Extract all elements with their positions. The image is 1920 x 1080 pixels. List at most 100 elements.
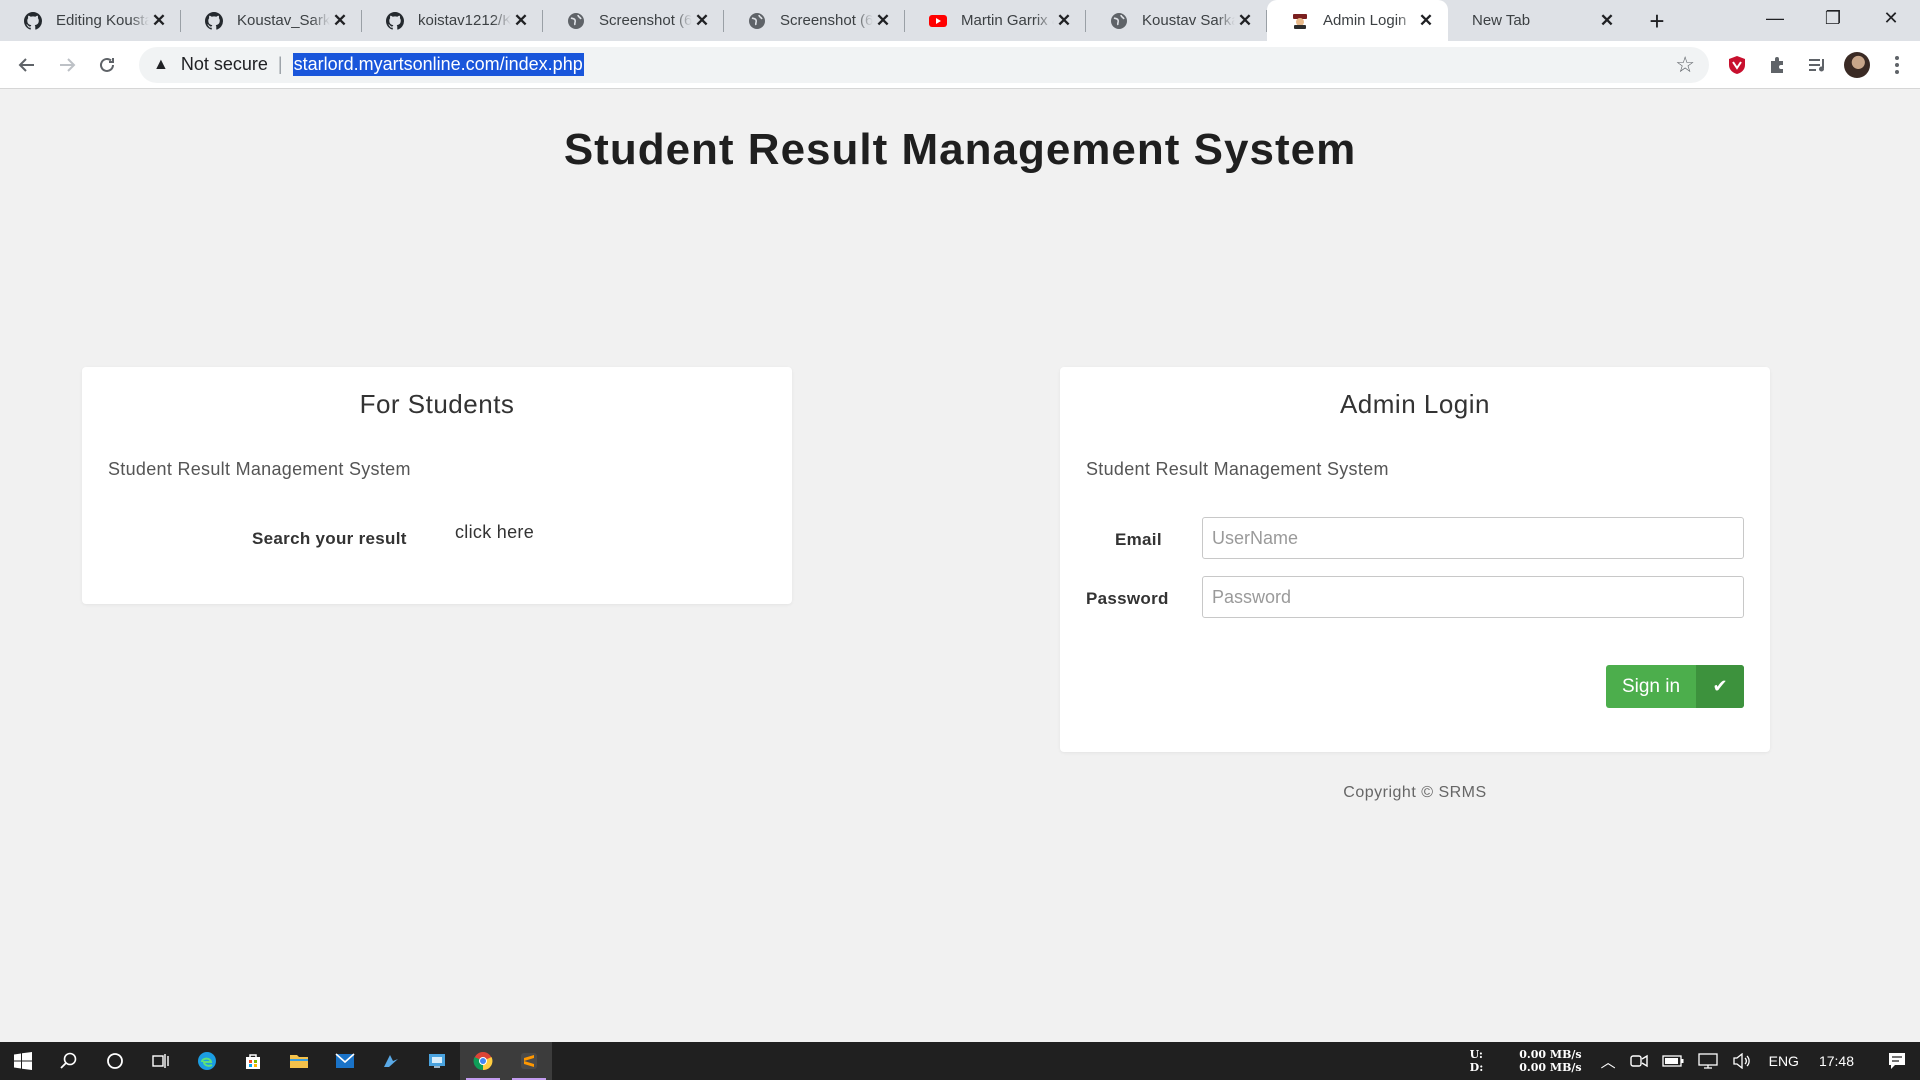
checkmark-icon: ✔ xyxy=(1696,665,1744,708)
chrome-taskbar-icon[interactable] xyxy=(460,1042,506,1080)
sublime-text-icon[interactable] xyxy=(506,1042,552,1080)
battery-icon[interactable] xyxy=(1655,1055,1691,1067)
tab-strip: Editing Koustav Sarkar ✕ Koustav_Sarkar … xyxy=(0,0,1920,41)
sign-in-button[interactable]: Sign in ✔ xyxy=(1606,665,1744,708)
tab-title: Admin Login xyxy=(1323,12,1407,29)
youtube-icon xyxy=(929,12,947,30)
close-tab-icon[interactable]: ✕ xyxy=(692,11,712,31)
extension-shield-icon[interactable] xyxy=(1717,45,1757,85)
task-view-icon[interactable] xyxy=(138,1042,184,1080)
tab-title: Screenshot (63) xyxy=(780,12,873,29)
meet-now-icon[interactable] xyxy=(1623,1053,1655,1069)
media-playlist-icon[interactable] xyxy=(1797,45,1837,85)
forward-arrow-icon[interactable] xyxy=(47,45,87,85)
tab-editing-koustav[interactable]: Editing Koustav Sarkar ✕ xyxy=(0,0,181,41)
window-controls: — ❐ ✕ xyxy=(1746,0,1920,36)
browser-toolbar: ▲ Not secure | starlord.myartsonline.com… xyxy=(0,41,1920,89)
password-field[interactable] xyxy=(1202,576,1744,618)
tab-title: Screenshot (61) xyxy=(599,12,692,29)
language-indicator[interactable]: ENG xyxy=(1759,1053,1809,1069)
page-content: Student Result Management System For Stu… xyxy=(0,89,1920,1042)
extensions-puzzle-icon[interactable] xyxy=(1757,45,1797,85)
admin-login-card: Admin Login Student Result Management Sy… xyxy=(1060,367,1770,752)
email-label: Email xyxy=(1115,530,1162,549)
tab-screenshot-61[interactable]: Screenshot (61) ✕ xyxy=(543,0,724,41)
tab-koustav-sarkar[interactable]: Koustav Sarkar ✕ xyxy=(1086,0,1267,41)
page-title: Student Result Management System xyxy=(563,125,1357,174)
download-speed: 0.00 MB/s xyxy=(1519,1061,1582,1074)
close-tab-icon[interactable]: ✕ xyxy=(1054,11,1074,31)
cortana-icon[interactable] xyxy=(92,1042,138,1080)
students-card-heading: For Students xyxy=(359,389,515,419)
volume-icon[interactable] xyxy=(1725,1053,1759,1069)
reload-icon[interactable] xyxy=(87,45,127,85)
mail-icon[interactable] xyxy=(322,1042,368,1080)
windows-taskbar: U: D: 0.00 MB/s 0.00 MB/s ︿ ENG 17:48 xyxy=(0,1042,1920,1080)
minimize-icon[interactable]: — xyxy=(1746,0,1804,36)
close-tab-icon[interactable]: ✕ xyxy=(511,11,531,31)
close-tab-icon[interactable]: ✕ xyxy=(1416,11,1436,31)
microsoft-store-icon[interactable] xyxy=(230,1042,276,1080)
search-icon[interactable] xyxy=(46,1042,92,1080)
tab-screenshot-63[interactable]: Screenshot (63) ✕ xyxy=(724,0,905,41)
clock[interactable]: 17:48 xyxy=(1809,1053,1874,1069)
menu-kebab-icon[interactable] xyxy=(1877,45,1917,85)
chevron-up-icon[interactable]: ︿ xyxy=(1594,1051,1623,1072)
search-result-label: Search your result xyxy=(252,529,407,548)
tab-title: koistav1212/Koustav xyxy=(418,12,511,29)
app-launcher-icon[interactable] xyxy=(368,1042,414,1080)
windows-start-icon[interactable] xyxy=(0,1042,46,1080)
admin-card-heading: Admin Login xyxy=(1339,389,1491,419)
edge-browser-icon[interactable] xyxy=(184,1042,230,1080)
tab-admin-login[interactable]: Admin Login ✕ xyxy=(1267,0,1448,41)
tab-title: Editing Koustav Sarkar xyxy=(56,12,149,29)
copyright-text: Copyright © SRMS xyxy=(1343,784,1487,801)
network-icon[interactable] xyxy=(1691,1053,1725,1069)
file-explorer-icon[interactable] xyxy=(276,1042,322,1080)
url-text[interactable]: starlord.myartsonline.com/index.php xyxy=(292,53,584,76)
address-bar[interactable]: ▲ Not secure | starlord.myartsonline.com… xyxy=(139,46,1709,83)
tab-martin-garrix[interactable]: Martin Garrix & ... ✕ xyxy=(905,0,1086,41)
address-divider: | xyxy=(277,54,283,74)
sign-in-label: Sign in xyxy=(1621,675,1681,697)
close-tab-icon[interactable]: ✕ xyxy=(149,11,169,31)
tab-title: Koustav Sarkar xyxy=(1142,12,1235,29)
network-speed-meter: U: D: 0.00 MB/s 0.00 MB/s xyxy=(1470,1048,1582,1074)
email-field[interactable] xyxy=(1202,517,1744,559)
new-tab-plus-icon[interactable]: + xyxy=(1641,5,1673,37)
github-icon xyxy=(386,11,404,30)
back-arrow-icon[interactable] xyxy=(7,45,47,85)
search-result-link[interactable]: click here xyxy=(455,522,534,543)
students-card: For Students Student Result Management S… xyxy=(82,367,792,604)
students-card-subtitle: Student Result Management System xyxy=(108,459,411,479)
upload-speed: 0.00 MB/s xyxy=(1519,1048,1582,1061)
warning-triangle-icon: ▲ xyxy=(153,55,169,73)
tab-new-tab[interactable]: New Tab ✕ xyxy=(1448,0,1629,41)
password-label: Password xyxy=(1086,589,1169,608)
globe-icon xyxy=(567,12,585,30)
tab-title: New Tab xyxy=(1472,12,1531,29)
close-tab-icon[interactable]: ✕ xyxy=(1597,11,1617,31)
tab-title: Martin Garrix & ... xyxy=(961,12,1054,29)
avatar xyxy=(1844,51,1870,78)
profile-avatar[interactable] xyxy=(1837,45,1877,85)
tab-koustav-sarkar-github[interactable]: Koustav_Sarkar ✕ xyxy=(181,0,362,41)
github-icon xyxy=(205,11,223,30)
bookmark-star-icon[interactable]: ☆ xyxy=(1675,52,1695,78)
site-favicon-icon xyxy=(1291,12,1309,30)
close-tab-icon[interactable]: ✕ xyxy=(873,11,893,31)
github-icon xyxy=(24,11,42,30)
restore-icon[interactable]: ❐ xyxy=(1804,0,1862,36)
close-window-icon[interactable]: ✕ xyxy=(1862,0,1920,36)
system-tray: U: D: 0.00 MB/s 0.00 MB/s ︿ ENG 17:48 xyxy=(1470,1042,1920,1080)
download-label: D: xyxy=(1469,1061,1484,1074)
control-panel-icon[interactable] xyxy=(414,1042,460,1080)
tab-title: Koustav_Sarkar xyxy=(237,12,330,29)
close-tab-icon[interactable]: ✕ xyxy=(330,11,350,31)
close-tab-icon[interactable]: ✕ xyxy=(1235,11,1255,31)
upload-label: U: xyxy=(1469,1048,1483,1061)
admin-card-subtitle: Student Result Management System xyxy=(1086,459,1389,479)
notification-center-icon[interactable] xyxy=(1874,1052,1920,1070)
tab-koistav-repo[interactable]: koistav1212/Koustav ✕ xyxy=(362,0,543,41)
globe-icon xyxy=(1110,12,1128,30)
